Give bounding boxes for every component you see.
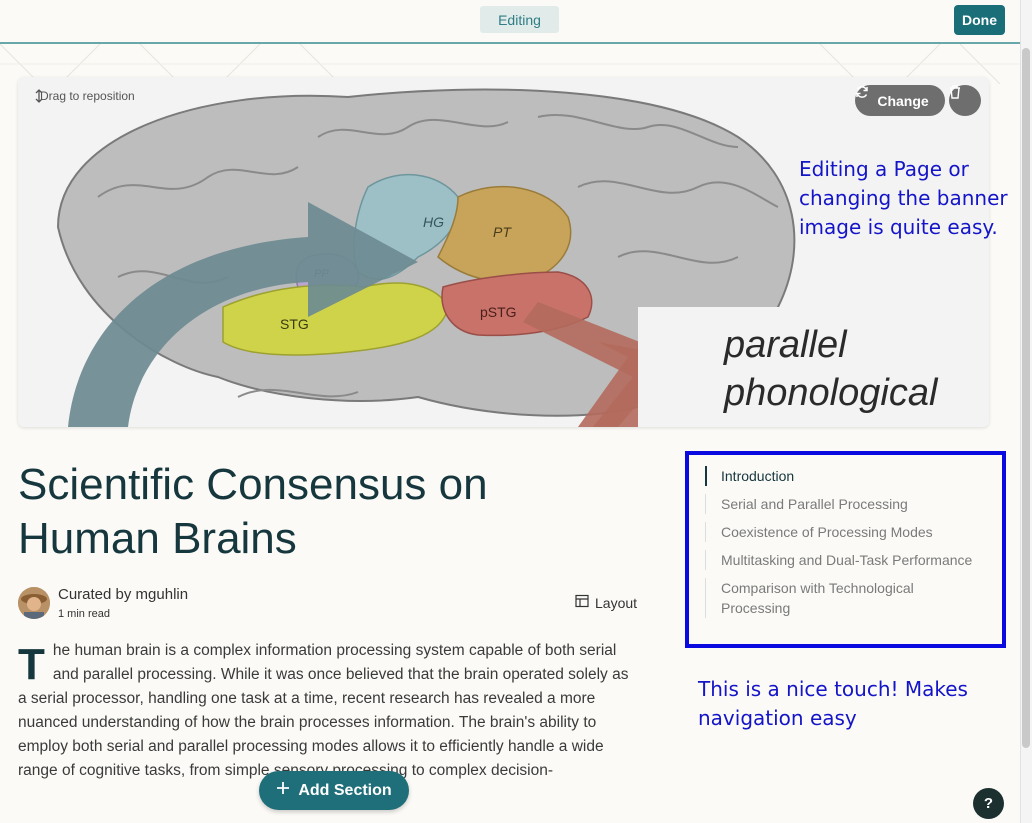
toc-item-serial-parallel[interactable]: Serial and Parallel Processing — [705, 494, 985, 514]
add-section-label: Add Section — [298, 781, 392, 799]
drag-hint-label: Drag to reposition — [40, 89, 135, 103]
delete-banner-button[interactable] — [949, 85, 981, 116]
toc-item-multitasking[interactable]: Multitasking and Dual-Task Performance — [705, 550, 985, 570]
help-button[interactable]: ? — [973, 788, 1004, 819]
editing-mode-indicator: Editing — [480, 6, 559, 33]
scrollbar-thumb[interactable] — [1022, 48, 1030, 748]
curated-by[interactable]: Curated by mguhlin — [58, 586, 188, 603]
drag-to-reposition-hint[interactable]: Drag to reposition — [34, 89, 135, 103]
banner-image[interactable]: HG PT PP STG pSTG parallel phonological … — [18, 77, 989, 427]
toc-item-coexistence[interactable]: Coexistence of Processing Modes — [705, 522, 985, 542]
layout-icon — [575, 594, 589, 611]
top-bar: Editing Done — [0, 0, 1020, 44]
region-label-stg: STG — [280, 316, 309, 332]
page-title-line: Scientific Consensus on — [18, 460, 488, 509]
add-section-button[interactable]: Add Section — [259, 771, 409, 810]
region-label-hg: HG — [423, 214, 444, 230]
toc-annotation-line: navigation easy — [698, 706, 857, 730]
read-time: 1 min read — [58, 608, 110, 620]
toc-annotation: This is a nice touch! Makes navigation e… — [698, 675, 968, 733]
article-body[interactable]: T he human brain is a complex informatio… — [18, 639, 638, 783]
toc-item-introduction[interactable]: Introduction — [705, 466, 985, 486]
drop-cap: T — [18, 640, 45, 689]
region-label-pstg: pSTG — [480, 304, 517, 320]
banner-text-parallel: parallel — [724, 324, 847, 366]
banner-annotation: Editing a Page or changing the banner im… — [799, 155, 1008, 242]
region-label-pt: PT — [493, 224, 512, 240]
change-banner-button[interactable]: Change — [855, 85, 945, 116]
done-button[interactable]: Done — [954, 5, 1005, 35]
article-paragraph: he human brain is a complex information … — [18, 642, 629, 779]
banner-annotation-line: changing the banner — [799, 186, 1008, 210]
table-of-contents: Introduction Serial and Parallel Process… — [705, 466, 985, 626]
page-title-line: Human Brains — [18, 514, 297, 563]
layout-label: Layout — [595, 594, 638, 611]
change-label: Change — [877, 92, 929, 109]
banner-annotation-line: Editing a Page or — [799, 157, 969, 181]
layout-button[interactable]: Layout — [575, 594, 637, 611]
page-title[interactable]: Scientific Consensus on Human Brains — [18, 458, 638, 566]
banner-annotation-line: image is quite easy. — [799, 215, 998, 239]
banner-text-phonological: phonological — [724, 372, 938, 414]
toc-annotation-line: This is a nice touch! Makes — [698, 677, 968, 701]
avatar[interactable] — [18, 587, 50, 619]
toc-item-comparison[interactable]: Comparison with Technological Processing — [705, 578, 985, 618]
plus-icon — [276, 781, 290, 800]
